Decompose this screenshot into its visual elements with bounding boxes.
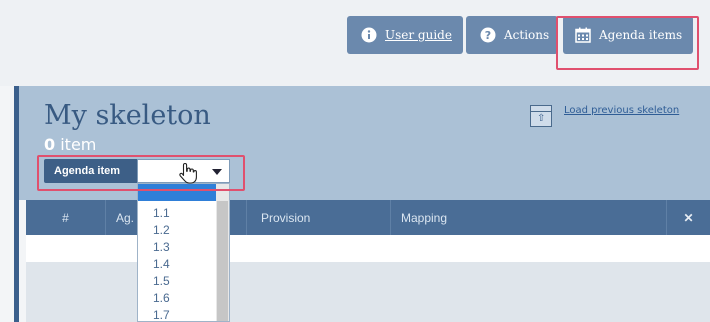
remove-column-icon[interactable]: ✕ bbox=[667, 200, 710, 235]
dropdown-option[interactable]: 1.5 bbox=[153, 273, 170, 290]
agenda-item-dropdown[interactable]: 1.1 1.2 1.3 1.4 1.5 1.6 1.7 bbox=[137, 183, 230, 322]
table-row bbox=[26, 235, 710, 262]
info-icon bbox=[361, 27, 377, 43]
item-count-unit: item bbox=[55, 135, 97, 154]
dropdown-option[interactable]: 1.6 bbox=[153, 290, 170, 307]
user-guide-label: User guide bbox=[385, 28, 452, 42]
column-provision[interactable]: Provision bbox=[246, 200, 391, 235]
app-root: User guide ? Actions Agenda items My ske… bbox=[0, 0, 710, 322]
user-guide-button[interactable]: User guide bbox=[347, 16, 463, 54]
svg-text:?: ? bbox=[485, 29, 491, 42]
table-header: # Ag. Provision Mapping ✕ bbox=[26, 200, 710, 235]
left-accent-bar bbox=[14, 86, 19, 322]
highlight-agenda-selector bbox=[37, 155, 245, 191]
highlight-agenda-items bbox=[556, 16, 699, 70]
actions-button[interactable]: ? Actions bbox=[466, 16, 558, 54]
load-previous-link[interactable]: Load previous skeleton bbox=[564, 105, 679, 116]
dropdown-scrollbar-thumb[interactable] bbox=[217, 201, 228, 321]
dropdown-option[interactable]: 1.3 bbox=[153, 239, 170, 256]
dropdown-option[interactable]: 1.1 bbox=[153, 205, 170, 222]
table-empty-area bbox=[26, 262, 710, 322]
dropdown-option[interactable]: 1.4 bbox=[153, 256, 170, 273]
actions-label: Actions bbox=[504, 28, 550, 42]
dropdown-options: 1.1 1.2 1.3 1.4 1.5 1.6 1.7 bbox=[153, 205, 170, 321]
page-title: My skeleton bbox=[44, 100, 211, 131]
help-icon: ? bbox=[480, 27, 496, 43]
column-number[interactable]: # bbox=[26, 200, 106, 235]
dropdown-option[interactable]: 1.2 bbox=[153, 222, 170, 239]
load-previous-skeleton[interactable]: ⇧ Load previous skeleton bbox=[530, 105, 679, 127]
dropdown-option[interactable]: 1.7 bbox=[153, 307, 170, 321]
upload-icon: ⇧ bbox=[530, 105, 552, 127]
item-count: 0 item bbox=[44, 135, 96, 154]
column-mapping[interactable]: Mapping bbox=[391, 200, 667, 235]
item-count-number: 0 bbox=[44, 135, 56, 154]
